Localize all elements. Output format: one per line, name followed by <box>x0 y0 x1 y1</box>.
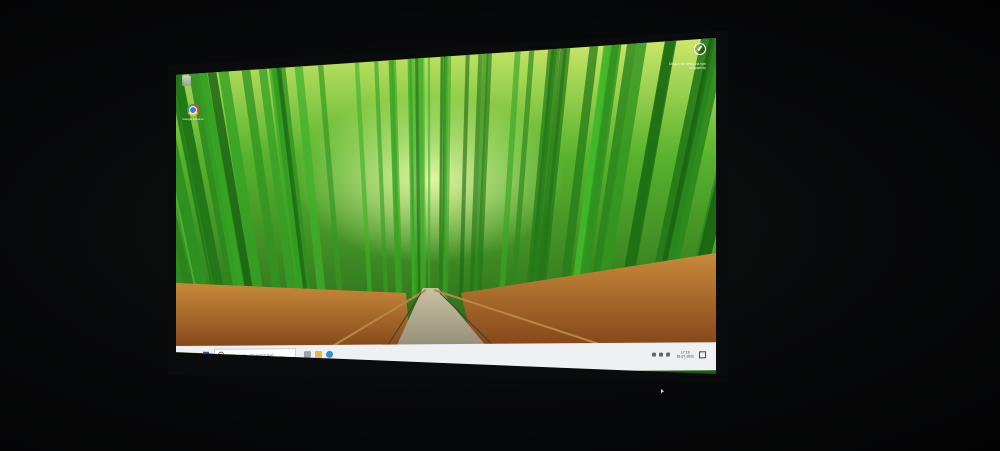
file-explorer-icon[interactable] <box>315 350 322 358</box>
network-icon[interactable] <box>659 352 664 357</box>
recycle-bin-icon[interactable] <box>182 76 191 86</box>
volume-icon[interactable] <box>666 352 671 357</box>
taskbar-clock[interactable]: 17:19 18.07.2022 <box>676 350 694 358</box>
activate-windows-icon <box>694 43 706 55</box>
monitor-screen: Google Chrome Dołącz do wersji na tym ur… <box>176 38 716 374</box>
chrome-icon <box>187 104 199 116</box>
activate-windows-text: Dołącz do wersji na tym urządzeniu <box>669 62 706 70</box>
notification-center-icon[interactable] <box>699 350 706 358</box>
edge-icon[interactable] <box>326 350 333 358</box>
activate-windows-notice[interactable]: Dołącz do wersji na tym urządzeniu <box>654 42 706 70</box>
clock-date: 18.07.2022 <box>676 354 694 359</box>
bamboo-wallpaper <box>176 38 716 374</box>
chevron-up-icon[interactable] <box>652 352 657 357</box>
task-view-icon[interactable] <box>304 350 311 358</box>
desktop-shortcut-chrome[interactable]: Google Chrome <box>180 104 206 121</box>
desktop-shortcut-label: Google Chrome <box>182 117 204 121</box>
